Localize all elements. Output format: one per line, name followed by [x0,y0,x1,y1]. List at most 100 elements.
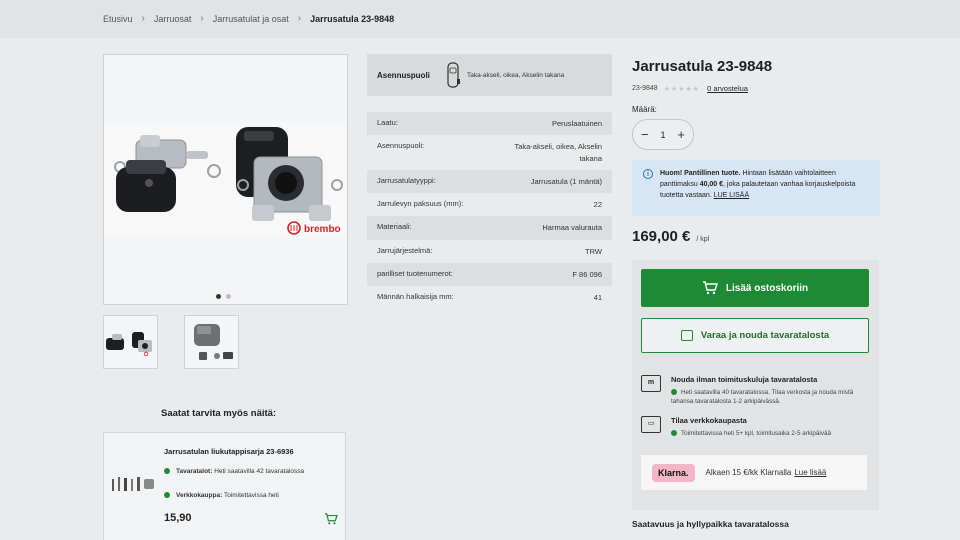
spec-value: Taka-akseli, oikea, Akselin takana [514,142,602,163]
related-title: Saatat tarvita myös näitä: [161,408,277,419]
quantity-value[interactable]: 1 [660,130,665,140]
spec-value: Peruslaatuinen [551,119,602,128]
brake-caliper-image: brembo [114,127,343,235]
status-dot-icon [164,492,170,499]
deposit-notice: i Huom! Pantillinen tuote. Hintaan lisät… [632,160,880,216]
product-price: 169,00 € [632,228,691,245]
spec-key: Jarrusatulatyyppi: [377,175,436,185]
store-availability: Tavaratalot: Heti saatavilla 42 tavarata… [164,467,314,477]
related-product-price: 15,90 [164,512,192,524]
star-rating-icon: ★★★★★ [663,85,701,93]
spec-value: 22 [593,200,602,209]
shipping-line: Toimitettavissa heti 5+ kpl, toimitusaik… [671,429,871,438]
mount-side-label: Asennuspuoli [377,70,430,80]
spec-value: Harmaa valurauta [542,223,602,233]
product-info: Jarrusatula 23-9848 23-9848 ★★★★★ 0 arvo… [632,54,880,245]
breadcrumb-current: Jarrusatula 23-9848 [310,13,395,24]
shipping-text: Toimitettavissa heti 5+ kpl, toimitusaik… [681,430,831,437]
car-rear-right-icon [447,62,460,88]
quantity-label: Määrä: [632,105,657,114]
availability-heading: Saatavuus ja hyllypaikka tavaratalossa [632,519,789,529]
truck-icon: ▭ [641,416,661,433]
reserve-pickup-label: Varaa ja nouda tavaratalosta [700,330,830,341]
klarna-read-more-link[interactable]: Lue lisää [794,468,826,477]
add-to-cart-button[interactable]: Lisää ostoskoriin [641,269,869,307]
motor-kit-thumbnail-icon [194,324,233,360]
shipping-title: Tilaa verkkokaupasta [671,416,747,425]
related-product-card[interactable]: Jarrusatulan liukutappisarja 23-6936 Tav… [103,432,346,540]
spec-key: Materiaali: [377,222,412,232]
chevron-right-icon: › [297,13,302,24]
purchase-box: Lisää ostoskoriin Varaa ja nouda tavarat… [632,260,879,510]
product-title: Jarrusatula 23-9848 [632,58,773,75]
status-dot-icon [671,430,677,437]
mount-side-value: Taka-akseli, oikea, Akselin takana [467,71,565,79]
spec-value: F 86 096 [572,269,602,279]
spec-row: Jarrusatulatyyppi: Jarrusatula (1 mäntä) [367,169,612,193]
store-icon [680,330,693,341]
quantity-stepper: − 1 + [632,119,694,150]
price-unit: / kpl [696,236,710,243]
product-subline: 23-9848 ★★★★★ 0 arvostelua [632,84,880,93]
chevron-right-icon: › [141,13,145,24]
mount-side-box: Asennuspuoli Taka-akseli, oikea, Akselin… [367,54,612,96]
spec-row: Laatu: Peruslaatuinen [367,112,612,136]
spec-key: Männän halkaisija mm: [377,292,454,301]
status-dot-icon [671,389,677,396]
spec-key: Laatu: [377,118,398,127]
info-icon: i [643,169,653,179]
breadcrumb-calipers[interactable]: Jarrusatulat ja osat [213,14,289,24]
online-availability: Verkkokauppa: Toimitettavissa heti [164,491,314,501]
add-to-cart-icon[interactable] [324,513,338,525]
related-product-name[interactable]: Jarrusatulan liukutappisarja 23-6936 [164,447,294,456]
spec-key: Jarrulevyn paksuus (mm): [377,199,464,208]
decrease-button[interactable]: − [641,127,649,142]
spec-row: Asennuspuoli: Taka-akseli, oikea, Akselin… [367,135,612,170]
online-label: Verkkokauppa: [176,492,223,499]
store-icon: m [641,375,661,392]
klarna-banner: Klarna. Alkaen 15 €/kk Klarnalla Lue lis… [641,455,867,490]
breadcrumb: Etusivu › Jarruosat › Jarrusatulat ja os… [103,13,394,24]
add-to-cart-label: Lisää ostoskoriin [725,282,809,294]
price-row: 169,00 € / kpl [632,228,880,245]
stores-label: Tavaratalot: [176,468,213,475]
product-gallery[interactable]: brembo [103,54,348,305]
spec-panel: Asennuspuoli Taka-akseli, oikea, Akselin… [367,54,612,309]
chevron-right-icon: › [200,13,204,24]
spec-value: 41 [593,293,602,302]
increase-button[interactable]: + [677,127,685,142]
spec-key: Jarrujärjestelmä: [377,245,433,255]
thumbnail-2[interactable] [184,315,239,369]
spec-key: Asennuspuoli: [377,141,425,151]
pagination-dot[interactable] [216,294,221,299]
spec-value: TRW [585,246,602,256]
breadcrumb-home[interactable]: Etusivu [103,14,133,24]
shipping-line: Heti saatavilla 40 tavaratalossa. Tilaa … [671,388,871,407]
spec-row: Materiaali: Harmaa valurauta [367,216,612,240]
spec-row: Jarrulevyn paksuus (mm): 22 [367,193,612,216]
reviews-link[interactable]: 0 arvostelua [707,84,748,93]
read-more-link[interactable]: LUE LISÄÄ [714,192,749,199]
shipping-title: Nouda ilman toimituskuluja tavaratalosta [671,375,818,384]
spec-table: Laatu: Peruslaatuinen Asennuspuoli: Taka-a… [367,112,612,309]
spec-value: Jarrusatula (1 mäntä) [530,176,602,186]
klarna-logo: Klarna. [652,463,695,482]
breadcrumb-brake-parts[interactable]: Jarruosat [154,14,192,24]
status-dot-icon [164,468,170,475]
stores-text: Heti saatavilla 42 tavaratalossa [214,468,305,475]
klarna-text: Alkaen 15 €/kk Klarnalla [705,468,792,477]
spec-row: parilliset tuotenumerot: F 86 096 [367,262,612,286]
product-sku: 23-9848 [632,85,658,92]
caliper-thumbnail-icon [106,332,152,357]
brand-logo-text: brembo [304,224,341,235]
thumbnail-1[interactable] [103,315,158,369]
slide-pin-kit-image [112,477,154,491]
shipping-text: Heti saatavilla 40 tavaratalossa. Tilaa … [671,389,854,406]
reserve-pickup-button[interactable]: Varaa ja nouda tavaratalosta [641,318,869,353]
notice-strong: Huom! Pantillinen tuote. [660,170,741,177]
cart-icon [702,281,718,295]
notice-amount: 40,00 € [699,181,724,189]
image-pagination [216,294,231,299]
pagination-dot[interactable] [226,294,231,299]
spec-key: parilliset tuotenumerot: [377,268,453,278]
